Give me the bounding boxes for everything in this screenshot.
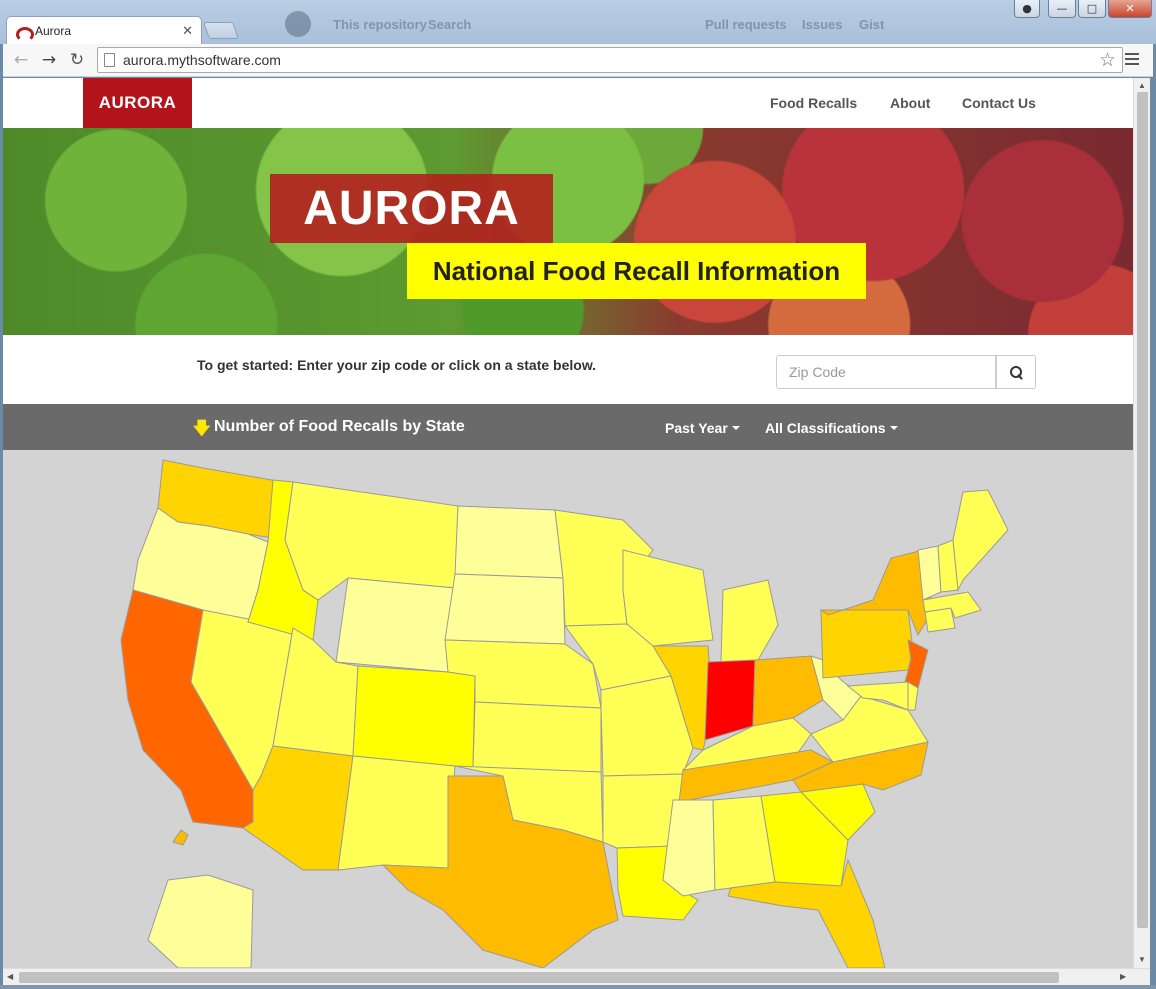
search-icon [1009, 365, 1023, 379]
state-kansas[interactable] [472, 701, 602, 773]
aurora-favicon-icon [15, 24, 34, 42]
state-wyoming[interactable] [335, 577, 456, 673]
arrow-down-icon: 🡇 [193, 419, 211, 439]
nav-about[interactable]: About [890, 95, 930, 111]
site-navbar: AURORA Food Recalls About Contact Us [3, 78, 1133, 128]
ghost-link: Issues [802, 16, 843, 32]
vertical-scrollbar[interactable]: ▲ ▼ [1133, 78, 1150, 968]
scroll-down-icon[interactable]: ▼ [1138, 955, 1146, 964]
page-viewport: AURORA Food Recalls About Contact Us AUR… [3, 78, 1133, 968]
classification-filter-dropdown[interactable]: All Classifications [765, 420, 898, 436]
state-ohio[interactable] [752, 655, 824, 727]
zip-search-area: To get started: Enter your zip code or c… [3, 335, 1133, 404]
zip-search-button[interactable] [996, 355, 1036, 389]
tab-title: Aurora [35, 23, 72, 38]
state-pennsylvania[interactable] [820, 609, 914, 679]
bookmark-star-icon[interactable]: ☆ [1099, 49, 1116, 71]
caret-down-icon [889, 426, 898, 430]
hero-subtitle: National Food Recall Information [407, 243, 866, 299]
zip-code-input[interactable] [776, 355, 996, 389]
browser-toolbar: ← → ↻ aurora.mythsoftware.com ☆ [3, 44, 1153, 77]
classification-filter-label: All Classifications [765, 420, 886, 436]
scroll-left-icon[interactable]: ◀ [7, 972, 13, 981]
nav-contact-us[interactable]: Contact Us [962, 95, 1036, 111]
zip-instructions: To get started: Enter your zip code or c… [197, 357, 597, 373]
new-tab-button[interactable] [202, 22, 240, 39]
profile-icon[interactable]: ● [1014, 0, 1040, 18]
minimize-button[interactable]: — [1048, 0, 1076, 18]
back-arrow-icon[interactable]: ← [9, 48, 33, 72]
forward-arrow-icon[interactable]: → [37, 48, 61, 72]
ghost-link: Gist [859, 16, 885, 32]
address-bar[interactable]: aurora.mythsoftware.com ☆ [97, 47, 1123, 73]
maximize-button[interactable]: □ [1078, 0, 1106, 18]
map-header-bar: 🡇 Number of Food Recalls by State Past Y… [3, 404, 1133, 450]
brand-logo[interactable]: AURORA [83, 78, 192, 128]
hamburger-menu-icon[interactable] [1125, 53, 1139, 65]
ghost-search-label: Search [428, 16, 472, 32]
state-maine[interactable] [952, 489, 1009, 592]
us-recall-map [120, 459, 1009, 968]
state-hawaii[interactable] [172, 829, 189, 846]
window-frame-bottom [0, 985, 1156, 989]
hero-title: AURORA [270, 174, 553, 243]
horizontal-scroll-thumb[interactable] [19, 972, 1059, 983]
state-wisconsin[interactable] [622, 549, 714, 647]
background-window-ghost: This repository Search Pull requests Iss… [285, 10, 884, 38]
scroll-right-icon[interactable]: ▶ [1120, 972, 1126, 981]
state-south-dakota[interactable] [444, 573, 566, 645]
state-mississippi[interactable] [662, 799, 716, 897]
hero-banner: AURORA National Food Recall Information [3, 128, 1133, 335]
reload-icon[interactable]: ↻ [65, 48, 89, 72]
page-icon [104, 53, 115, 67]
ghost-link: Pull requests [705, 16, 787, 32]
browser-titlebar: This repository Search Pull requests Iss… [0, 0, 1156, 44]
caret-down-icon [731, 426, 740, 430]
horizontal-scrollbar[interactable]: ◀ ▶ [3, 968, 1150, 985]
scroll-up-icon[interactable]: ▲ [1138, 81, 1146, 90]
ghost-search-placeholder: This repository [333, 16, 427, 32]
state-new-mexico[interactable] [337, 755, 456, 871]
browser-tab[interactable]: Aurora ✕ [6, 16, 202, 44]
time-filter-label: Past Year [665, 420, 728, 436]
close-tab-icon[interactable]: ✕ [182, 23, 193, 39]
close-window-button[interactable]: ✕ [1108, 0, 1152, 18]
github-icon [285, 11, 311, 37]
nav-food-recalls[interactable]: Food Recalls [770, 95, 857, 111]
window-controls: ● — □ ✕ [1014, 0, 1152, 18]
state-alaska[interactable] [147, 874, 254, 968]
vertical-scroll-thumb[interactable] [1137, 92, 1148, 928]
map-title: Number of Food Recalls by State [214, 418, 465, 435]
state-indiana[interactable] [704, 659, 756, 741]
state-north-dakota[interactable] [454, 505, 564, 579]
url-text[interactable]: aurora.mythsoftware.com [123, 52, 1099, 68]
time-filter-dropdown[interactable]: Past Year [665, 420, 740, 436]
state-colorado[interactable] [352, 665, 476, 769]
state-michigan[interactable] [720, 579, 779, 663]
